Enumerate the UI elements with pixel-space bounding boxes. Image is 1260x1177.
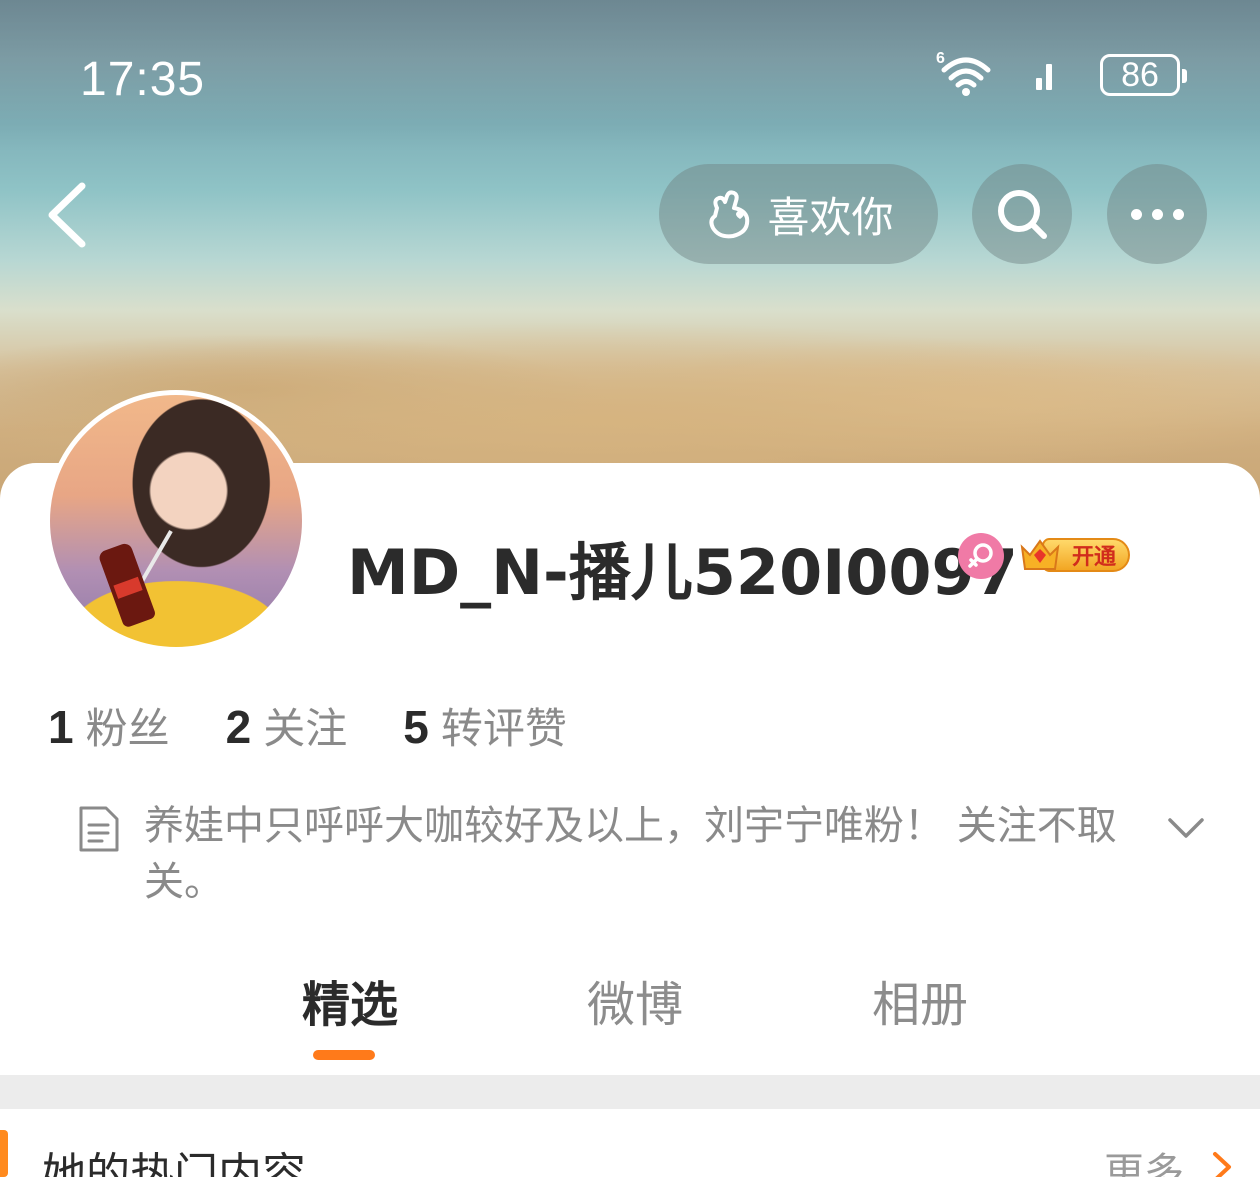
stat-value: 1 — [48, 701, 74, 753]
wifi-icon: 6 — [936, 50, 996, 98]
back-button[interactable] — [40, 180, 100, 250]
battery-icon: 86 — [1100, 54, 1187, 96]
stat-label: 粉丝 — [85, 704, 170, 753]
profile-tabs: 精选 微博 相册 — [0, 965, 1260, 1065]
vip-open-label: 开通 — [1071, 545, 1116, 570]
section-title: 她的热门内容 — [42, 1149, 306, 1177]
stat-interactions[interactable]: 5 转评赞 — [403, 695, 567, 756]
stat-following[interactable]: 2 关注 — [226, 695, 348, 756]
chevron-right-icon[interactable] — [1210, 1150, 1234, 1177]
stat-label: 关注 — [263, 704, 348, 753]
more-link[interactable]: 更多 — [1104, 1140, 1184, 1177]
status-indicators: 6 86 — [936, 50, 1187, 98]
female-gender-icon — [958, 533, 1004, 579]
avatar[interactable] — [45, 390, 307, 652]
username: MD_N-播儿520I0097 — [347, 536, 1018, 609]
tab-featured[interactable]: 精选 — [270, 965, 430, 1035]
stat-value: 5 — [403, 701, 429, 753]
active-tab-indicator — [313, 1050, 375, 1060]
hand-heart-icon — [709, 190, 750, 239]
section-divider — [0, 1075, 1260, 1109]
back-icon — [48, 182, 86, 248]
network-type-label: 6 — [936, 50, 945, 67]
document-icon — [79, 806, 119, 852]
stat-label: 转评赞 — [440, 704, 567, 753]
bio-text: 养娃中只呼呼大咖较好及以上，刘宇宁唯粉！ 关注不取关。 — [144, 803, 1117, 905]
like-you-label: 喜欢你 — [767, 192, 894, 242]
more-icon — [1130, 208, 1184, 220]
status-time: 17:35 — [80, 53, 206, 106]
stats-row: 1 粉丝 2 关注 5 转评赞 — [48, 695, 567, 756]
stat-followers[interactable]: 1 粉丝 — [48, 695, 170, 756]
signal-icon — [1036, 60, 1060, 90]
tab-weibo[interactable]: 微博 — [555, 965, 715, 1035]
search-button[interactable] — [972, 164, 1072, 264]
section-accent-bar — [0, 1130, 8, 1177]
like-you-button[interactable]: 喜欢你 — [659, 164, 938, 264]
chevron-down-icon[interactable] — [1166, 812, 1206, 846]
tab-album[interactable]: 相册 — [840, 965, 1000, 1035]
vip-open-badge[interactable]: 开通 — [1018, 533, 1130, 577]
crown-icon — [1020, 539, 1060, 570]
search-icon — [998, 190, 1047, 239]
battery-level: 86 — [1121, 55, 1159, 94]
more-options-button[interactable] — [1107, 164, 1207, 264]
stat-value: 2 — [225, 701, 252, 753]
